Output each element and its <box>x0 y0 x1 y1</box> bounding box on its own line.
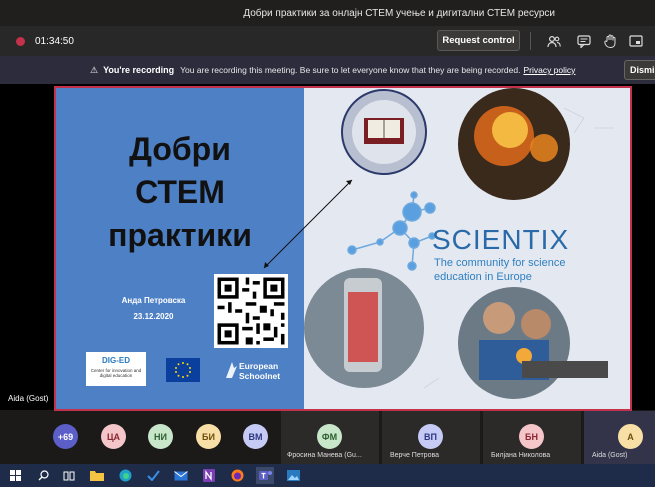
participant-tile[interactable]: БН Билјана Николова <box>483 411 581 464</box>
privacy-policy-link[interactable]: Privacy policy <box>523 65 575 75</box>
recording-message: You are recording this meeting. Be sure … <box>180 65 521 75</box>
windows-taskbar <box>0 464 655 487</box>
recording-dot-icon <box>16 36 25 46</box>
presenter-name-tag: Aida (Gost) <box>8 394 49 403</box>
participant-tile[interactable]: ФМ Фросина Манева (Gu... <box>281 411 379 464</box>
participant-avatar[interactable]: ЦА <box>101 424 126 449</box>
meeting-timer: 01:34:50 <box>35 35 74 47</box>
search-icon[interactable] <box>34 467 52 484</box>
participant-avatar[interactable]: НИ <box>148 424 173 449</box>
participant-avatar[interactable]: БИ <box>196 424 221 449</box>
participant-avatar: ФМ <box>317 424 342 449</box>
recording-title: You're recording <box>103 65 175 75</box>
participant-tile[interactable]: ВП Верче Петрова <box>382 411 480 464</box>
edge-browser-icon[interactable] <box>116 467 134 484</box>
share-tray-icon[interactable] <box>628 33 644 49</box>
warning-icon: ⚠ <box>90 64 99 75</box>
meeting-toolbar: 01:34:50 Request control <box>0 26 655 56</box>
chat-icon[interactable] <box>576 33 592 49</box>
mail-icon[interactable] <box>172 467 190 484</box>
raise-hand-icon[interactable] <box>602 33 618 49</box>
recording-banner: ⚠ You're recording You are recording thi… <box>0 56 655 84</box>
onenote-icon[interactable] <box>200 467 218 484</box>
participant-name: Верче Петрова <box>390 452 440 459</box>
overflow-participants-button[interactable]: +69 <box>53 424 78 449</box>
dismiss-button[interactable]: Dismiss <box>624 60 655 80</box>
toolbar-divider <box>530 32 531 50</box>
firefox-icon[interactable] <box>228 467 246 484</box>
participant-strip: +69 ЦА НИ БИ ВМ ФМ Фросина Манева (Gu...… <box>0 411 655 464</box>
participant-name: Билјана Николова <box>491 452 551 459</box>
task-view-icon[interactable] <box>60 467 78 484</box>
teams-icon[interactable] <box>256 467 274 484</box>
participant-avatar[interactable]: ВМ <box>243 424 268 449</box>
participant-name: Aida (Gost) <box>592 452 628 459</box>
participant-name: Фросина Манева (Gu... <box>287 452 362 459</box>
photos-icon[interactable] <box>284 467 302 484</box>
scientix-logo-text: SCIENTIX <box>432 224 570 255</box>
participant-tile-self[interactable]: А Aida (Gost) <box>584 411 655 464</box>
windows-start-icon[interactable] <box>6 467 24 484</box>
todo-icon[interactable] <box>144 467 162 484</box>
participants-icon[interactable] <box>546 33 562 49</box>
scientix-tagline: The community for science education in E… <box>434 257 566 283</box>
title-bar: Добри практики за онлајн СТЕМ учење и ди… <box>0 0 655 26</box>
participant-avatar: ВП <box>418 424 443 449</box>
shared-slide: Добри СТЕМ практики Анда Петровска 23.12… <box>54 86 632 411</box>
participant-avatar: БН <box>519 424 544 449</box>
request-control-button[interactable]: Request control <box>437 30 520 51</box>
window-title: Добри практики за онлајн СТЕМ учење и ди… <box>243 7 555 19</box>
participant-avatar: А <box>618 424 643 449</box>
file-explorer-icon[interactable] <box>88 467 106 484</box>
